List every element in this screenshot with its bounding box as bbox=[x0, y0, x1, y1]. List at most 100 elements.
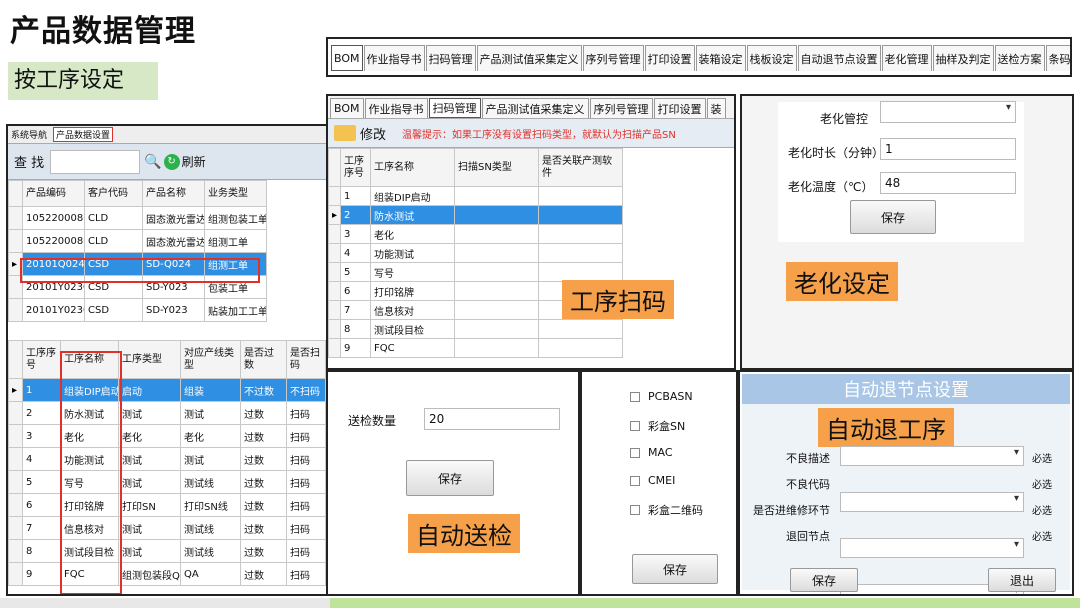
required-note: 必选 bbox=[1032, 454, 1052, 465]
table-row[interactable]: 7 信息核对 测试 测试线 过数 扫码 bbox=[8, 516, 326, 540]
table-cell: 组测工单 bbox=[204, 229, 267, 253]
column-header[interactable]: 工序序号 bbox=[22, 340, 61, 379]
top-tab[interactable]: BOM bbox=[331, 45, 363, 71]
table-cell: 扫码 bbox=[286, 493, 326, 517]
column-header[interactable]: 是否关联产测软件 bbox=[538, 148, 623, 187]
column-header[interactable]: 工序类型 bbox=[118, 340, 181, 379]
checkbox[interactable] bbox=[630, 421, 640, 431]
search-icon[interactable]: 🔍 bbox=[144, 154, 161, 170]
checkbox[interactable] bbox=[630, 391, 640, 402]
sn-option[interactable]: CMEI bbox=[630, 474, 675, 487]
scan-tab[interactable]: 装 bbox=[706, 98, 726, 118]
table-cell: 过数 bbox=[240, 447, 287, 471]
sn-option[interactable]: 彩盒SN bbox=[630, 418, 685, 434]
table-row[interactable]: ▸ 1 组装DIP启动 启动 组装 不过数 不扫码 bbox=[8, 378, 326, 402]
search-input[interactable] bbox=[50, 149, 141, 174]
retreat-field-dropdown[interactable] bbox=[840, 538, 1024, 558]
table-row[interactable]: 4 功能测试 测试 测试 过数 扫码 bbox=[8, 447, 326, 471]
retreat-exit-button[interactable]: 退出 bbox=[988, 568, 1056, 592]
scan-tab[interactable]: 打印设置 bbox=[653, 98, 706, 118]
aging-temp-input[interactable]: 48 bbox=[880, 172, 1016, 194]
table-cell: 3 bbox=[22, 424, 61, 448]
edit-button[interactable]: 修改 bbox=[360, 124, 386, 143]
selected-product-highlight bbox=[20, 258, 260, 283]
refresh-button[interactable]: 刷新 bbox=[182, 153, 206, 170]
edit-folder-icon[interactable] bbox=[334, 125, 356, 141]
table-cell: FQC bbox=[370, 338, 455, 358]
nav-system[interactable]: 系统导航 bbox=[11, 128, 47, 141]
table-row[interactable]: 3 老化 老化 老化 过数 扫码 bbox=[8, 424, 326, 448]
scan-tab[interactable]: 产品测试值采集定义 bbox=[481, 98, 589, 118]
top-tab[interactable]: 条码核对 bbox=[1045, 45, 1070, 71]
column-header[interactable]: 扫描SN类型 bbox=[454, 148, 539, 187]
table-row[interactable]: 8 测试段目检 bbox=[328, 319, 709, 339]
column-header[interactable]: 产品名称 bbox=[142, 180, 205, 207]
table-row[interactable]: ▸ 2 防水测试 bbox=[328, 205, 709, 225]
column-header[interactable]: 业务类型 bbox=[204, 180, 267, 207]
column-header[interactable]: 对应产线类型 bbox=[180, 340, 241, 379]
table-cell: 6 bbox=[340, 281, 371, 301]
table-cell bbox=[454, 224, 539, 244]
table-row[interactable]: 1 组装DIP启动 bbox=[328, 186, 709, 206]
column-header[interactable]: 是否过数 bbox=[240, 340, 287, 379]
column-header[interactable]: 工序名称 bbox=[370, 148, 455, 187]
table-row[interactable]: 9 FQC bbox=[328, 338, 709, 358]
top-tab[interactable]: 老化管理 bbox=[881, 45, 932, 71]
nav-product-data-settings[interactable]: 产品数据设置 bbox=[53, 127, 114, 142]
retreat-field-dropdown[interactable] bbox=[840, 446, 1024, 466]
column-header[interactable]: 产品编码 bbox=[22, 180, 85, 207]
table-row[interactable]: 3 老化 bbox=[328, 224, 709, 244]
sn-option[interactable]: 彩盒二维码 bbox=[630, 502, 703, 518]
table-cell: 7 bbox=[22, 516, 61, 540]
table-row[interactable]: 6 打印铭牌 打印SN 打印SN线 过数 扫码 bbox=[8, 493, 326, 517]
top-tab[interactable]: 抽样及判定 bbox=[932, 45, 994, 71]
top-tab[interactable]: 送检方案 bbox=[994, 45, 1045, 71]
refresh-icon[interactable]: ↻ bbox=[163, 153, 180, 170]
aging-control-dropdown[interactable] bbox=[880, 101, 1016, 123]
column-header[interactable]: 工序序号 bbox=[340, 148, 371, 187]
table-row[interactable]: 2 防水测试 测试 测试 过数 扫码 bbox=[8, 401, 326, 425]
sn-option[interactable]: PCBASN bbox=[630, 390, 693, 403]
table-row[interactable]: 5 写号 测试 测试线 过数 扫码 bbox=[8, 470, 326, 494]
table-cell: 启动 bbox=[118, 378, 181, 402]
scan-tab[interactable]: 作业指导书 bbox=[364, 98, 428, 118]
table-row[interactable]: 1052200080...CLD固态激光雷达...组测包装工单 bbox=[8, 206, 326, 230]
aging-duration-input[interactable]: 1 bbox=[880, 138, 1016, 160]
checkbox[interactable] bbox=[630, 505, 640, 515]
retreat-field-dropdown[interactable] bbox=[840, 492, 1024, 512]
aging-save-button[interactable]: 保存 bbox=[850, 200, 936, 234]
table-row[interactable]: 5 写号 bbox=[328, 262, 709, 282]
scan-tab[interactable]: BOM bbox=[330, 98, 364, 118]
table-row[interactable]: 1052200080...CLD固态激光雷达...组测工单 bbox=[8, 229, 326, 253]
column-header[interactable]: 是否扫码 bbox=[286, 340, 326, 379]
scan-tab[interactable]: 序列号管理 bbox=[589, 98, 653, 118]
table-row[interactable]: 8 测试段目检 测试 测试线 过数 扫码 bbox=[8, 539, 326, 563]
top-tab[interactable]: 产品测试值采集定义 bbox=[476, 45, 582, 71]
table-cell bbox=[454, 300, 539, 320]
table-cell: 测试段目检 bbox=[370, 319, 455, 339]
table-row[interactable]: 20101Y0230...CSDSD-Y023贴装加工工单 bbox=[8, 298, 326, 322]
scan-tab[interactable]: 扫码管理 bbox=[428, 98, 481, 118]
sn-option[interactable]: MAC bbox=[630, 446, 673, 459]
top-tab[interactable]: 自动退节点设置 bbox=[797, 45, 881, 71]
top-tab[interactable]: 栈板设定 bbox=[746, 45, 797, 71]
required-note: 必选 bbox=[1032, 506, 1052, 517]
column-header[interactable]: 客户代码 bbox=[84, 180, 143, 207]
sn-save-button[interactable]: 保存 bbox=[632, 554, 718, 584]
inspect-qty-input[interactable]: 20 bbox=[424, 408, 560, 430]
table-row[interactable]: 4 功能测试 bbox=[328, 243, 709, 263]
top-tab[interactable]: 序列号管理 bbox=[582, 45, 644, 71]
checkbox[interactable] bbox=[630, 475, 640, 486]
retreat-save-button[interactable]: 保存 bbox=[790, 568, 858, 592]
table-cell bbox=[454, 205, 539, 225]
top-tab[interactable]: 装箱设定 bbox=[695, 45, 746, 71]
checkbox[interactable] bbox=[630, 447, 640, 458]
top-tab[interactable]: 扫码管理 bbox=[425, 45, 476, 71]
table-cell: 9 bbox=[340, 338, 371, 358]
inspect-save-button[interactable]: 保存 bbox=[406, 460, 494, 496]
table-row[interactable]: 9 FQC 组测包装段QA QA 过数 扫码 bbox=[8, 562, 326, 586]
sn-options-panel: PCBASN 彩盒SN MAC CMEI 彩盒二维码 保存 bbox=[580, 370, 738, 596]
auto-retreat-panel: 自动退节点设置 自动退工序 不良描述必选不良代码必选是否进维修环节必选退回节点必… bbox=[738, 370, 1074, 596]
top-tab[interactable]: 打印设置 bbox=[644, 45, 695, 71]
top-tab[interactable]: 作业指导书 bbox=[363, 45, 425, 71]
